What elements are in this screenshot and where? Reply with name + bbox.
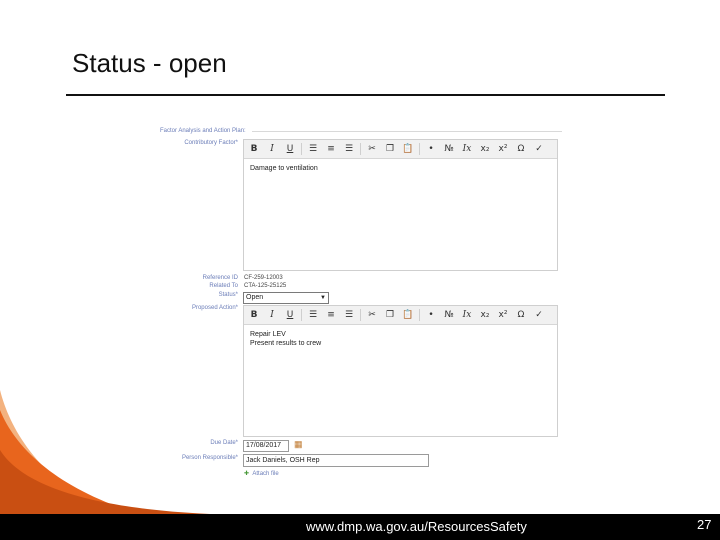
toolbar-separator [360, 309, 361, 321]
calendar-icon[interactable]: ▦ [294, 439, 303, 450]
contributory-factor-label: Contributory Factor* [184, 140, 238, 146]
related-to-label: Related To [209, 283, 238, 289]
numbered-list-icon[interactable]: № [442, 142, 456, 156]
align-left-icon[interactable]: ☰ [306, 308, 320, 322]
spellcheck-icon[interactable]: ✓ [532, 308, 546, 322]
toolbar-separator [301, 309, 302, 321]
align-center-icon[interactable]: ≡ [324, 308, 338, 322]
proposed-action-line: Repair LEV [250, 331, 286, 338]
align-right-icon[interactable]: ☰ [342, 142, 356, 156]
attach-file-label: Attach file [252, 471, 279, 477]
spellcheck-icon[interactable]: ✓ [532, 142, 546, 156]
align-right-icon[interactable]: ☰ [342, 308, 356, 322]
special-char-icon[interactable]: Ω [514, 142, 528, 156]
bulleted-list-icon[interactable]: • [424, 142, 438, 156]
clear-format-icon[interactable]: Ix [460, 142, 474, 156]
reference-id-label: Reference ID [202, 275, 238, 281]
proposed-action-line: Present results to crew [250, 340, 322, 347]
status-select[interactable]: Open ▼ [243, 292, 329, 304]
cut-icon[interactable]: ✂ [365, 308, 379, 322]
paste-icon[interactable]: 📋 [401, 142, 415, 156]
due-date-input[interactable]: 17/08/2017 [243, 440, 289, 452]
due-date-value: 17/08/2017 [246, 442, 282, 449]
special-char-icon[interactable]: Ω [514, 308, 528, 322]
section-divider [252, 131, 562, 132]
cut-icon[interactable]: ✂ [365, 142, 379, 156]
underline-icon[interactable]: U [283, 308, 297, 322]
copy-icon[interactable]: ❐ [383, 308, 397, 322]
subscript-icon[interactable]: x₂ [478, 308, 492, 322]
copy-icon[interactable]: ❐ [383, 142, 397, 156]
align-left-icon[interactable]: ☰ [306, 142, 320, 156]
person-responsible-value: Jack Daniels, OSH Rep [246, 457, 320, 464]
superscript-icon[interactable]: x² [496, 308, 510, 322]
reference-id-value: CF-259-12003 [244, 275, 283, 281]
slide-title: Status - open [72, 48, 227, 78]
status-select-value: Open [246, 294, 264, 301]
attach-file-link[interactable]: ✚ Attach file [244, 470, 279, 477]
proposed-action-text: Repair LEV Present results to crew [244, 325, 557, 353]
align-center-icon[interactable]: ≡ [324, 142, 338, 156]
chevron-down-icon[interactable]: ▼ [319, 294, 327, 302]
person-responsible-input[interactable]: Jack Daniels, OSH Rep [243, 454, 429, 467]
italic-icon[interactable]: I [265, 142, 279, 156]
italic-icon[interactable]: I [265, 308, 279, 322]
bold-icon[interactable]: B [247, 308, 261, 322]
decorative-swoosh [0, 390, 210, 514]
page-number: 27 [697, 517, 712, 532]
title-divider [66, 94, 665, 96]
paste-icon[interactable]: 📋 [401, 308, 415, 322]
toolbar-separator [419, 309, 420, 321]
proposed-action-editor[interactable]: B I U ☰ ≡ ☰ ✂ ❐ 📋 • № Ix x₂ x² Ω ✓ Repai… [243, 305, 558, 437]
editor-toolbar: B I U ☰ ≡ ☰ ✂ ❐ 📋 • № Ix x₂ x² Ω ✓ [244, 306, 557, 325]
underline-icon[interactable]: U [283, 142, 297, 156]
contributory-factor-editor[interactable]: B I U ☰ ≡ ☰ ✂ ❐ 📋 • № Ix x₂ x² Ω ✓ Damag… [243, 139, 558, 271]
paperclip-icon: ✚ [244, 471, 250, 477]
numbered-list-icon[interactable]: № [442, 308, 456, 322]
related-to-value: CTA-125-25125 [244, 283, 287, 289]
toolbar-separator [301, 143, 302, 155]
contributory-factor-text: Damage to ventilation [250, 165, 318, 172]
editor-toolbar: B I U ☰ ≡ ☰ ✂ ❐ 📋 • № Ix x₂ x² Ω ✓ [244, 140, 557, 159]
footer-url[interactable]: www.dmp.wa.gov.au/ResourcesSafety [306, 519, 527, 534]
section-heading: Factor Analysis and Action Plan: [160, 128, 246, 134]
clear-format-icon[interactable]: Ix [460, 308, 474, 322]
bold-icon[interactable]: B [247, 142, 261, 156]
toolbar-separator [360, 143, 361, 155]
bulleted-list-icon[interactable]: • [424, 308, 438, 322]
status-label: Status* [218, 292, 238, 298]
subscript-icon[interactable]: x₂ [478, 142, 492, 156]
superscript-icon[interactable]: x² [496, 142, 510, 156]
toolbar-separator [419, 143, 420, 155]
proposed-action-label: Proposed Action* [191, 305, 238, 311]
